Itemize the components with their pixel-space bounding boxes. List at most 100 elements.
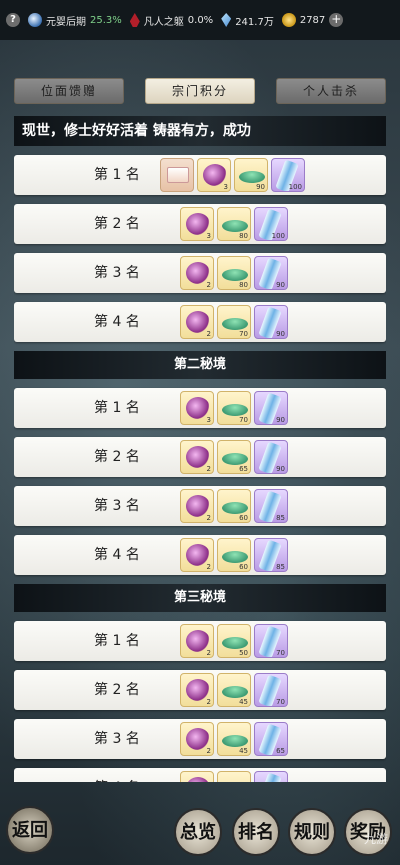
marquee-banner: 现世，修士好好活着 铸器有方，成功 xyxy=(14,116,386,146)
section-header: 第三秘境 xyxy=(14,584,386,612)
sword-item-slot[interactable]: 70 xyxy=(254,624,288,658)
reward-items: 2 45 65 xyxy=(180,722,288,756)
rules-button[interactable]: 规则 xyxy=(288,808,336,856)
realm-stat: 元婴后期 25.3% xyxy=(28,13,122,28)
sword-item-slot[interactable]: 85 xyxy=(254,538,288,572)
sword-item-slot[interactable]: 90 xyxy=(254,256,288,290)
tab-sect-points[interactable]: 宗门积分 xyxy=(145,78,255,104)
bowl-item-slot[interactable]: 70 xyxy=(217,305,251,339)
item-quantity: 60 xyxy=(239,563,248,571)
bowl-item-slot[interactable]: 45 xyxy=(217,722,251,756)
rank-label: 第 1 名 xyxy=(94,633,140,649)
reward-list[interactable]: 现世，修士好好活着 铸器有方，成功第 1 名 3 90 100 第 2 名 3 80 100 第… xyxy=(14,116,386,782)
beast-item-slot[interactable]: 2 xyxy=(180,722,214,756)
item-quantity: 65 xyxy=(276,747,285,755)
bowl-item-slot[interactable]: 90 xyxy=(234,158,268,192)
realm-percent: 25.3% xyxy=(90,14,122,26)
rank-label: 第 2 名 xyxy=(94,682,140,698)
reward-items: 2 45 70 xyxy=(180,673,288,707)
rank-row: 第 1 名 3 90 100 xyxy=(14,155,386,195)
overview-button[interactable]: 总览 xyxy=(174,808,222,856)
sword-item-slot[interactable]: 90 xyxy=(254,391,288,425)
item-quantity: 2 xyxy=(206,330,211,338)
rank-label: 第 1 名 xyxy=(94,400,140,416)
bowl-item-slot[interactable]: 80 xyxy=(217,207,251,241)
bowl-icon xyxy=(222,637,248,649)
sword-item-slot[interactable]: 100 xyxy=(254,207,288,241)
rank-label: 第 4 名 xyxy=(94,547,140,563)
rank-row: 第 1 名 2 50 70 xyxy=(14,621,386,661)
bowl-item-slot[interactable] xyxy=(217,771,251,782)
bowl-icon xyxy=(222,551,248,563)
sword-item-slot[interactable]: 85 xyxy=(254,489,288,523)
sword-item-slot[interactable]: 70 xyxy=(254,673,288,707)
sword-icon xyxy=(258,772,282,782)
item-quantity: 80 xyxy=(239,232,248,240)
bowl-item-slot[interactable]: 65 xyxy=(217,440,251,474)
coin-count: 2787 xyxy=(299,14,326,26)
item-quantity: 2 xyxy=(206,698,211,706)
back-button[interactable]: 返回 xyxy=(6,806,54,854)
rank-row: 第 3 名 2 60 85 xyxy=(14,486,386,526)
bowl-item-slot[interactable]: 50 xyxy=(217,624,251,658)
scroll-item-slot[interactable] xyxy=(160,158,194,192)
beast-item-slot[interactable]: 2 xyxy=(180,305,214,339)
orb-icon xyxy=(28,13,42,27)
item-quantity: 2 xyxy=(206,514,211,522)
beast-item-slot[interactable]: 2 xyxy=(180,440,214,474)
rank-row: 第 2 名 3 80 100 xyxy=(14,204,386,244)
beast-item-slot[interactable]: 2 xyxy=(180,538,214,572)
section-header: 第二秘境 xyxy=(14,351,386,379)
item-quantity: 90 xyxy=(276,465,285,473)
crystal-icon xyxy=(221,13,232,27)
beast-item-slot[interactable]: 3 xyxy=(180,391,214,425)
item-quantity: 100 xyxy=(271,232,285,240)
item-quantity: 85 xyxy=(276,563,285,571)
beast-item-slot[interactable]: 2 xyxy=(180,256,214,290)
beast-item-slot[interactable]: 3 xyxy=(197,158,231,192)
reward-items: 2 50 70 xyxy=(180,624,288,658)
bowl-icon xyxy=(222,502,248,514)
item-quantity: 3 xyxy=(223,183,228,191)
bowl-item-slot[interactable]: 60 xyxy=(217,489,251,523)
beast-item-slot[interactable]: 3 xyxy=(180,207,214,241)
item-quantity: 45 xyxy=(239,698,248,706)
item-quantity: 90 xyxy=(276,330,285,338)
item-quantity: 45 xyxy=(239,747,248,755)
item-quantity: 70 xyxy=(276,649,285,657)
status-bar: ? 元婴后期 25.3% 凡人之躯 0.0% 241.7万 2787 + xyxy=(0,0,400,40)
rank-row: 第 2 名 2 45 70 xyxy=(14,670,386,710)
item-quantity: 80 xyxy=(239,281,248,289)
tab-plane-gift[interactable]: 位面馈赠 xyxy=(14,78,124,104)
rank-label: 第 1 名 xyxy=(94,167,140,183)
rank-label: 第 3 名 xyxy=(94,265,140,281)
rank-row: 第 4 名 2 60 85 xyxy=(14,535,386,575)
item-quantity: 3 xyxy=(206,416,211,424)
sword-item-slot[interactable]: 90 xyxy=(254,305,288,339)
item-quantity: 2 xyxy=(206,563,211,571)
help-icon[interactable]: ? xyxy=(6,13,20,27)
item-quantity: 50 xyxy=(239,649,248,657)
bowl-icon xyxy=(222,735,248,747)
item-quantity: 2 xyxy=(206,747,211,755)
bowl-icon xyxy=(222,453,248,465)
bowl-item-slot[interactable]: 80 xyxy=(217,256,251,290)
bowl-item-slot[interactable]: 70 xyxy=(217,391,251,425)
bowl-item-slot[interactable]: 45 xyxy=(217,673,251,707)
add-coins-button[interactable]: + xyxy=(329,13,344,27)
sword-item-slot[interactable]: 65 xyxy=(254,722,288,756)
ranking-button[interactable]: 排名 xyxy=(232,808,280,856)
beast-item-slot[interactable]: 2 xyxy=(180,771,214,782)
tab-personal-kills[interactable]: 个人击杀 xyxy=(276,78,386,104)
bowl-item-slot[interactable]: 60 xyxy=(217,538,251,572)
sword-item-slot[interactable] xyxy=(254,771,288,782)
beast-item-slot[interactable]: 2 xyxy=(180,624,214,658)
sword-item-slot[interactable]: 100 xyxy=(271,158,305,192)
beast-item-slot[interactable]: 2 xyxy=(180,673,214,707)
rank-label: 第 3 名 xyxy=(94,731,140,747)
rank-row: 第 3 名 2 45 65 xyxy=(14,719,386,759)
item-quantity: 90 xyxy=(256,183,265,191)
beast-item-slot[interactable]: 2 xyxy=(180,489,214,523)
item-quantity: 100 xyxy=(288,183,302,191)
sword-item-slot[interactable]: 90 xyxy=(254,440,288,474)
